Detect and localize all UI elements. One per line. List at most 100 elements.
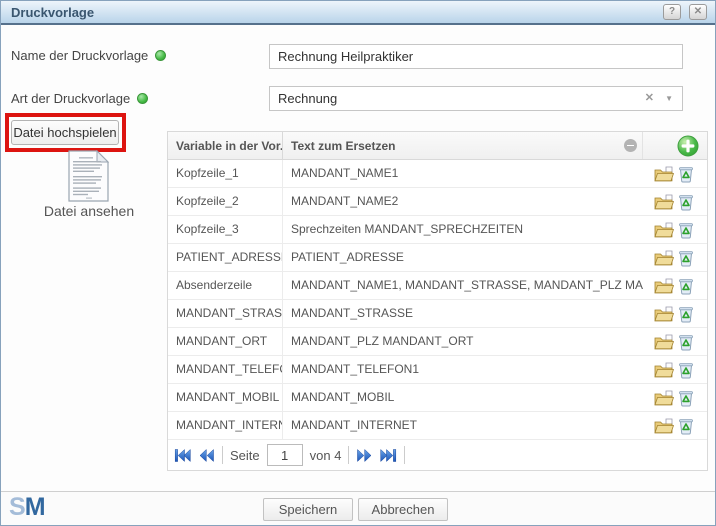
open-folder-icon[interactable] [654,278,674,294]
delete-trash-icon[interactable] [677,249,695,267]
cancel-button[interactable]: Abbrechen [358,498,448,521]
text-cell: MANDANT_MOBIL [283,384,643,411]
grid-header: Variable in der Vor... Text zum Ersetzen [168,132,707,160]
pager-divider [222,446,223,464]
open-folder-icon[interactable] [654,418,674,434]
name-label: Name der Druckvorlage [11,48,166,63]
row-actions [643,188,707,215]
first-page-button[interactable] [174,447,191,464]
required-dot-icon [137,93,148,104]
open-folder-icon[interactable] [654,390,674,406]
row-actions [643,244,707,271]
pager-divider [348,446,349,464]
text-cell: MANDANT_PLZ MANDANT_ORT [283,328,643,355]
column-header-variable[interactable]: Variable in der Vor... [168,132,283,159]
druckvorlage-dialog: Druckvorlage ? ✕ Name der Druckvorlage A… [0,0,716,526]
annotation-highlight-box [5,113,126,152]
text-cell: Sprechzeiten MANDANT_SPRECHZEITEN [283,216,643,243]
open-folder-icon[interactable] [654,250,674,266]
page-label: Seite [230,448,260,463]
table-row[interactable]: Kopfzeile_1 MANDANT_NAME1 [168,160,707,188]
delete-trash-icon[interactable] [677,221,695,239]
delete-trash-icon[interactable] [677,165,695,183]
table-row[interactable]: Kopfzeile_2 MANDANT_NAME2 [168,188,707,216]
chevron-down-icon[interactable]: ▼ [665,94,673,103]
pager-divider [404,446,405,464]
variable-cell: Absenderzeile [168,272,283,299]
template-type-combobox[interactable]: Rechnung ✕ ▼ [269,86,683,111]
grid-header-actions [643,132,707,159]
table-row[interactable]: PATIENT_ADRESSE PATIENT_ADRESSE [168,244,707,272]
open-folder-icon[interactable] [654,334,674,350]
variable-cell: PATIENT_ADRESSE [168,244,283,271]
dialog-footer: SM Speichern Abbrechen [1,491,715,525]
open-folder-icon[interactable] [654,306,674,322]
row-actions [643,272,707,299]
text-cell: MANDANT_NAME1 [283,160,643,187]
type-label-text: Art der Druckvorlage [11,91,130,106]
previous-page-button[interactable] [198,447,215,464]
open-folder-icon[interactable] [654,362,674,378]
last-page-button[interactable] [380,447,397,464]
variable-cell: MANDANT_ORT [168,328,283,355]
delete-trash-icon[interactable] [677,277,695,295]
row-actions [643,384,707,411]
variable-cell: Kopfzeile_2 [168,188,283,215]
document-preview-icon[interactable] [65,150,111,207]
page-number-input[interactable] [267,444,303,466]
required-dot-icon [155,50,166,61]
table-row[interactable]: MANDANT_TELEFON1 MANDANT_TELEFON1 [168,356,707,384]
column-header-text[interactable]: Text zum Ersetzen [283,132,643,159]
row-actions [643,160,707,187]
row-actions [643,328,707,355]
text-cell: MANDANT_INTERNET [283,412,643,439]
variable-cell: MANDANT_MOBIL [168,384,283,411]
table-row[interactable]: MANDANT_INTERNET MANDANT_INTERNET [168,412,707,440]
next-page-button[interactable] [356,447,373,464]
name-label-text: Name der Druckvorlage [11,48,148,63]
row-actions [643,356,707,383]
type-label: Art der Druckvorlage [11,91,148,106]
dialog-titlebar: Druckvorlage ? ✕ [1,1,715,25]
row-actions [643,300,707,327]
template-name-input[interactable] [269,44,683,69]
delete-trash-icon[interactable] [677,333,695,351]
app-logo: SM [9,493,45,522]
column-header-variable-label: Variable in der Vor... [176,139,283,153]
variables-grid: Variable in der Vor... Text zum Ersetzen… [167,131,708,471]
variable-cell: MANDANT_STRASSE [168,300,283,327]
delete-trash-icon[interactable] [677,361,695,379]
delete-trash-icon[interactable] [677,389,695,407]
add-row-button[interactable] [677,135,699,157]
variable-cell: Kopfzeile_3 [168,216,283,243]
column-header-text-label: Text zum Ersetzen [291,139,395,153]
text-cell: MANDANT_STRASSE [283,300,643,327]
text-cell: MANDANT_TELEFON1 [283,356,643,383]
view-file-label: Datei ansehen [1,203,177,219]
grid-pager: Seite von 4 [168,440,707,470]
table-row[interactable]: Absenderzeile MANDANT_NAME1, MANDANT_STR… [168,272,707,300]
variable-cell: MANDANT_TELEFON1 [168,356,283,383]
combobox-value: Rechnung [278,91,337,106]
logo-letter-m: M [25,493,45,521]
open-folder-icon[interactable] [654,194,674,210]
table-row[interactable]: MANDANT_STRASSE MANDANT_STRASSE [168,300,707,328]
delete-trash-icon[interactable] [677,193,695,211]
row-actions [643,412,707,439]
delete-trash-icon[interactable] [677,305,695,323]
close-button[interactable]: ✕ [689,4,707,20]
clear-icon[interactable]: ✕ [645,91,654,104]
table-row[interactable]: MANDANT_ORT MANDANT_PLZ MANDANT_ORT [168,328,707,356]
table-row[interactable]: MANDANT_MOBIL MANDANT_MOBIL [168,384,707,412]
row-actions [643,216,707,243]
variable-cell: MANDANT_INTERNET [168,412,283,439]
delete-trash-icon[interactable] [677,417,695,435]
table-row[interactable]: Kopfzeile_3 Sprechzeiten MANDANT_SPRECHZ… [168,216,707,244]
help-button[interactable]: ? [663,4,681,20]
open-folder-icon[interactable] [654,166,674,182]
open-folder-icon[interactable] [654,222,674,238]
text-cell: MANDANT_NAME2 [283,188,643,215]
column-menu-icon[interactable] [624,139,637,152]
save-button[interactable]: Speichern [263,498,353,521]
page-count-label: von 4 [310,448,342,463]
